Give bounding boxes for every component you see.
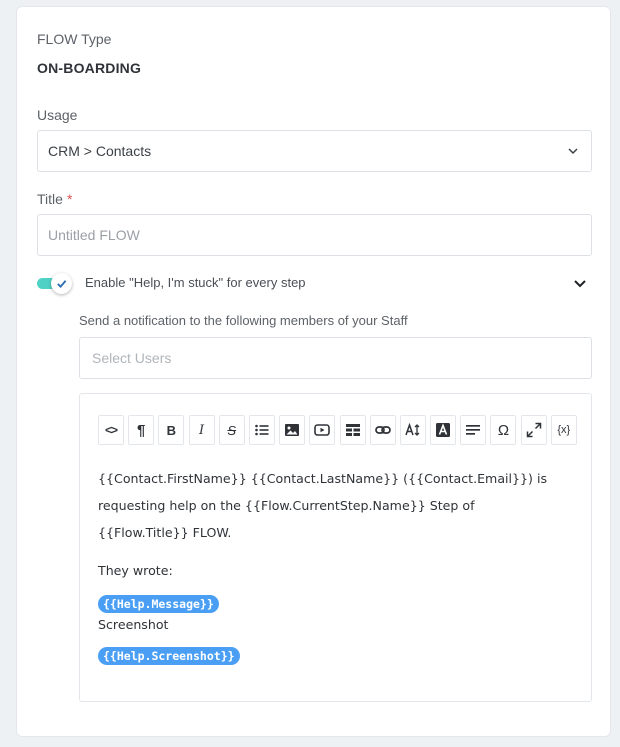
font-size-button[interactable] — [399, 415, 426, 445]
editor-content[interactable]: {{Contact.FirstName}} {{Contact.LastName… — [98, 465, 568, 665]
chevron-down-icon — [568, 148, 578, 155]
fullscreen-button[interactable] — [520, 415, 547, 445]
link-icon — [374, 426, 391, 434]
link-button[interactable] — [369, 415, 396, 445]
help-toggle-label: Enable "Help, I'm stuck" for every step — [85, 275, 306, 290]
image-icon — [285, 424, 300, 436]
select-users-placeholder: Select Users — [92, 350, 172, 366]
flow-settings-card: FLOW Type ON-BOARDING Usage CRM > Contac… — [16, 6, 611, 737]
usage-selected-value: CRM > Contacts — [48, 143, 152, 159]
flow-type-value: ON-BOARDING — [37, 60, 142, 76]
flow-type-label: FLOW Type — [37, 31, 112, 47]
text-color-button[interactable] — [430, 415, 457, 445]
strikethrough-icon: S — [227, 422, 237, 438]
list-icon — [255, 424, 269, 436]
table-icon — [345, 424, 360, 436]
usage-label: Usage — [37, 107, 78, 123]
code-view-button[interactable]: <> — [98, 415, 124, 445]
title-input[interactable]: Untitled FLOW — [37, 214, 592, 256]
checkmark-icon — [57, 280, 67, 289]
image-button[interactable] — [279, 415, 306, 445]
paragraph-icon: ¶ — [137, 421, 146, 439]
text-color-icon — [436, 423, 451, 437]
video-button[interactable] — [309, 415, 336, 445]
strikethrough-button[interactable]: S — [218, 415, 245, 445]
required-marker: * — [66, 191, 73, 207]
notify-label: Send a notification to the following mem… — [79, 313, 408, 328]
paragraph-button[interactable]: ¶ — [128, 415, 155, 445]
align-button[interactable] — [460, 415, 487, 445]
table-button[interactable] — [339, 415, 366, 445]
they-wrote-text: They wrote: — [98, 563, 173, 578]
message-paragraph: {{Contact.FirstName}} {{Contact.LastName… — [98, 471, 548, 540]
select-users-input[interactable]: Select Users — [79, 337, 592, 379]
unordered-list-button[interactable] — [248, 415, 275, 445]
chevron-down-icon[interactable] — [573, 278, 587, 290]
bold-icon: B — [166, 422, 177, 438]
bold-button[interactable]: B — [158, 415, 185, 445]
special-characters-button[interactable]: Ω — [490, 415, 517, 445]
help-screenshot-tag[interactable]: {{Help.Screenshot}} — [98, 647, 240, 665]
variables-button[interactable]: {x} — [550, 415, 577, 445]
title-label-text: Title — [37, 191, 63, 207]
message-editor[interactable]: <> ¶ B I S Ω {x} {{Contact.FirstName}} {… — [79, 393, 592, 702]
usage-select[interactable]: CRM > Contacts — [37, 130, 592, 172]
title-label: Title * — [37, 191, 72, 207]
omega-icon: Ω — [497, 421, 510, 439]
italic-icon: I — [198, 422, 205, 438]
italic-button[interactable]: I — [188, 415, 215, 445]
toggle-knob — [51, 273, 72, 294]
title-input-value: Untitled FLOW — [48, 227, 140, 243]
code-icon: <> — [104, 423, 118, 437]
screenshot-label: Screenshot — [98, 617, 169, 632]
help-message-tag[interactable]: {{Help.Message}} — [98, 595, 219, 613]
expand-icon — [526, 422, 541, 438]
video-icon — [314, 424, 331, 436]
align-left-icon — [466, 425, 481, 435]
variables-icon: {x} — [557, 424, 571, 436]
help-toggle[interactable] — [37, 273, 73, 294]
font-size-icon — [405, 422, 420, 436]
editor-toolbar: <> ¶ B I S Ω {x} — [98, 415, 581, 445]
